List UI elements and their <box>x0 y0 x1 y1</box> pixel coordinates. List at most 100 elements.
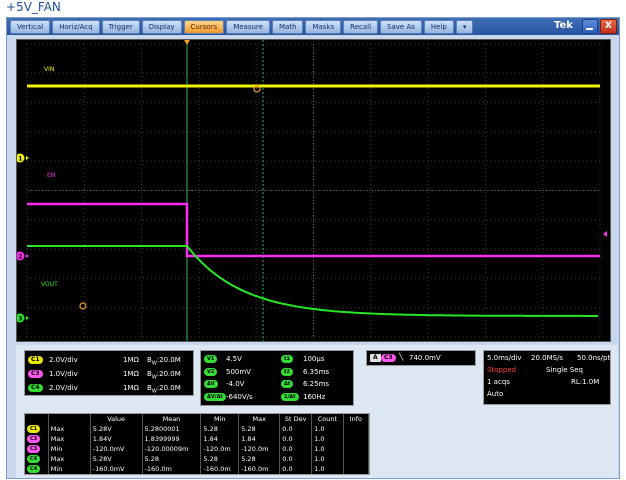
measurement-count: 1.0 <box>314 455 325 463</box>
channel-marker-label: 3 <box>18 316 22 323</box>
measurement-min: -160.0m <box>203 465 231 473</box>
cursor-readout-right: Δt 6.25ms <box>281 379 353 390</box>
measurement-stdev: 0.0 <box>282 445 293 453</box>
channel-tag: C1 <box>28 356 43 364</box>
measurement-max: -160.0m <box>241 465 269 473</box>
minimize-button[interactable] <box>582 19 598 34</box>
channel-settings-panel[interactable]: C1 2.0V/div 1MΩ BW:20.0M C3 1.0V/div 1MΩ BW:20.… <box>24 350 194 396</box>
acq-mode: Single Seq <box>546 366 583 374</box>
measurement-header-row: Value Mean Min Max St Dev Count Info <box>25 414 370 424</box>
measurement-mean: -160.0m <box>144 465 172 473</box>
measurement-cell: C4 <box>25 464 49 474</box>
measurement-name: Min <box>50 465 63 473</box>
measurement-row[interactable]: C3 Min -120.0mV -120.00009m -120.0m -120.0m 0.… <box>25 444 370 454</box>
measurement-name: Max <box>50 435 65 443</box>
channel-tag: C3 <box>28 370 43 378</box>
measurement-cell: 1.0 <box>311 424 344 434</box>
measurement-cell: 1.0 <box>311 454 344 464</box>
channel-tag: C4 <box>28 384 43 392</box>
menu-item-4[interactable]: Cursors <box>183 20 225 34</box>
measurement-channel-tag: C3 <box>27 445 41 453</box>
menu-item-1[interactable]: Horiz/Acq <box>52 20 100 34</box>
measurement-cell: 0.0 <box>279 424 313 434</box>
channel-scale: 2.0V/div <box>49 356 78 364</box>
measurement-stdev: 0.0 <box>282 465 293 473</box>
menu-item-0[interactable]: Vertical <box>10 20 51 34</box>
channel-scale: 2.0V/div <box>49 384 78 392</box>
measurement-cell: 5.28 <box>200 454 240 464</box>
cursor-tag: t2 <box>281 367 293 376</box>
trigger-readout-panel[interactable]: A C3 ╲ 740.0mV <box>366 350 476 366</box>
trigger-mode: Auto <box>487 390 504 398</box>
measurement-mean: 5.28 <box>144 455 160 463</box>
channel-impedance: 1MΩ <box>123 384 139 392</box>
measurement-mean: 1.8399999 <box>144 435 180 443</box>
menu-item-11[interactable]: ▾ <box>455 20 474 34</box>
measurement-channel-tag: C1 <box>27 425 41 433</box>
measurement-value: 5.28V <box>92 455 112 463</box>
measurement-grid: Value Mean Min Max St Dev Count Info C1 Max 5.28V… <box>25 414 370 474</box>
cursor-value: 6.25ms <box>303 380 330 388</box>
channel-row[interactable]: C1 2.0V/div 1MΩ BW:20.0M <box>25 354 193 366</box>
measurement-row[interactable]: C4 Max 5.28V 5.28 5.28 5.28 0.0 1.0 <box>25 454 370 464</box>
measurement-header: Min <box>200 414 240 424</box>
menu-item-6[interactable]: Math <box>271 20 304 34</box>
measurement-cell: 0.0 <box>279 444 313 454</box>
measurement-cell: Max <box>48 424 91 434</box>
waveform-display[interactable]: VIN EN VOUT 1 2 3 <box>16 39 611 342</box>
menu-item-3[interactable]: Display <box>141 20 182 34</box>
channel-bw-value: :20.0M <box>156 356 181 364</box>
menu-item-5[interactable]: Measure <box>226 20 270 34</box>
measurement-cell: 0.0 <box>279 464 313 474</box>
en-label: EN <box>47 172 55 179</box>
measurement-header <box>25 414 49 424</box>
sample-rate: 20.0MS/s <box>531 354 564 362</box>
measurement-value: 5.28V <box>92 425 112 433</box>
measurement-cell <box>343 464 370 474</box>
page-title: +5V_FAN <box>6 0 61 14</box>
cursor-tag: ΔV/Δt <box>204 392 226 401</box>
measurement-cell: 1.84 <box>238 434 281 444</box>
measurement-header: Value <box>90 414 143 424</box>
menu-item-7[interactable]: Masks <box>305 20 342 34</box>
measurement-count: 1.0 <box>314 425 325 433</box>
measurement-min: 5.28 <box>203 425 218 433</box>
measurement-value: 1.84V <box>92 435 112 443</box>
menu-item-8[interactable]: Recall <box>343 20 379 34</box>
measurement-cell: 1.0 <box>311 464 344 474</box>
cursor-readout-panel[interactable]: V1 4.5V V2 500mV ΔV -4.0V ΔV/Δt -640V/s t1 100μs t… <box>200 350 354 406</box>
menu-item-9[interactable]: Save As <box>380 20 422 34</box>
measurement-cell: 1.84V <box>90 434 143 444</box>
channel-row[interactable]: C4 2.0V/div 1MΩ BW:20.0M <box>25 382 193 394</box>
menu-bar: Vertical Horiz/Acq Trigger Display Cursors Me… <box>7 18 619 35</box>
measurement-cell: 5.28V <box>90 424 143 434</box>
measurement-channel-tag: C4 <box>27 455 41 463</box>
measurement-table[interactable]: Value Mean Min Max St Dev Count Info C1 Max 5.28V… <box>24 413 370 475</box>
acq-count: 1 acqs <box>487 378 510 386</box>
trigger-level: 740.0mV <box>409 354 441 362</box>
measurement-count: 1.0 <box>314 435 325 443</box>
close-button[interactable]: X <box>600 19 617 34</box>
measurement-cell: C1 <box>25 424 49 434</box>
acquisition-panel[interactable]: 5.0ms/div 20.0MS/s 50.0ns/pt Stopped Sin… <box>483 350 611 405</box>
menu-item-10[interactable]: Help <box>423 20 454 34</box>
measurement-max: 5.28 <box>241 455 256 463</box>
measurement-row[interactable]: C4 Min -160.0mV -160.0m -160.0m -160.0m 0.0 1.0 <box>25 464 370 474</box>
menu-item-2[interactable]: Trigger <box>101 20 140 34</box>
measurement-row[interactable]: C3 Max 1.84V 1.8399999 1.84 1.84 0.0 1.0 <box>25 434 370 444</box>
measurement-row[interactable]: C1 Max 5.28V 5.2800001 5.28 5.28 0.0 1.0 <box>25 424 370 434</box>
measurement-count: 1.0 <box>314 465 325 473</box>
measurement-stdev: 0.0 <box>282 425 293 433</box>
measurement-value: -120.0mV <box>92 445 125 453</box>
waveform-canvas: VIN EN VOUT 1 2 3 <box>17 40 607 341</box>
measurement-cell: 5.28 <box>238 424 281 434</box>
trigger-edge-icon: ╲ <box>399 353 404 361</box>
measurement-name: Min <box>50 445 63 453</box>
scope-window: Vertical Horiz/Acq Trigger Display Cursors Me… <box>6 17 620 479</box>
measurement-cell: -160.0m <box>142 464 202 474</box>
measurement-mean: -120.00009m <box>144 445 189 453</box>
measurement-header: Info <box>343 414 370 424</box>
channel-bandwidth: BW:20.0M <box>147 370 181 380</box>
channel-bandwidth: BW:20.0M <box>147 384 181 394</box>
channel-row[interactable]: C3 1.0V/div 1MΩ BW:20.0M <box>25 368 193 380</box>
